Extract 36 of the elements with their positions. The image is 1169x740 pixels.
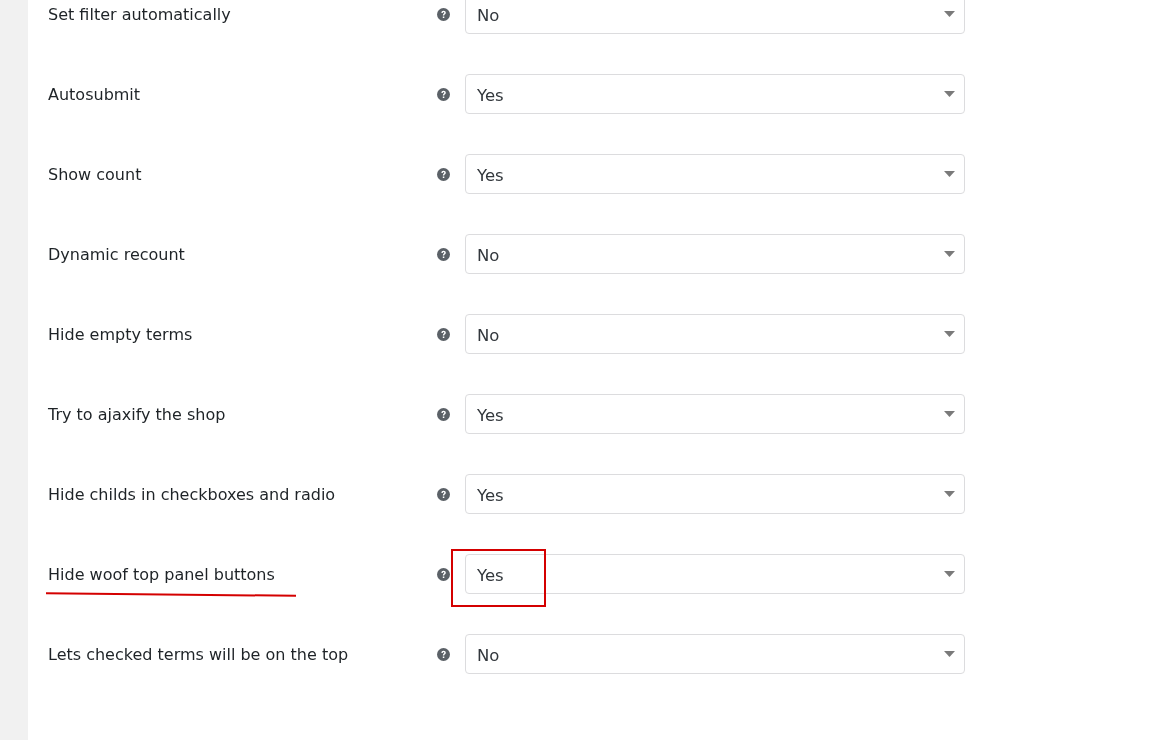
select-field[interactable]: Yes bbox=[465, 394, 965, 434]
help-icon[interactable] bbox=[437, 87, 450, 101]
select-field[interactable]: No bbox=[465, 234, 965, 274]
caret-icon bbox=[944, 651, 955, 657]
help-icon[interactable] bbox=[437, 567, 450, 581]
setting-label: Hide empty terms bbox=[48, 324, 193, 344]
select-field[interactable]: No bbox=[465, 0, 965, 34]
caret-icon bbox=[944, 331, 955, 337]
select-field[interactable]: No bbox=[465, 634, 965, 674]
caret-icon bbox=[944, 411, 955, 417]
help-icon[interactable] bbox=[437, 487, 450, 501]
help-icon[interactable] bbox=[437, 7, 450, 21]
help-icon[interactable] bbox=[437, 167, 450, 181]
setting-label: Show count bbox=[48, 164, 142, 184]
select-field[interactable]: Yes bbox=[465, 154, 965, 194]
caret-icon bbox=[944, 171, 955, 177]
setting-label: Hide woof top panel buttons bbox=[48, 564, 275, 584]
select-field[interactable]: Yes bbox=[465, 74, 965, 114]
help-icon[interactable] bbox=[437, 247, 450, 261]
select-field[interactable]: No bbox=[465, 314, 965, 354]
setting-label: Lets checked terms will be on the top bbox=[48, 644, 349, 664]
setting-label: Try to ajaxify the shop bbox=[48, 404, 226, 424]
setting-label: Hide childs in checkboxes and radio bbox=[48, 484, 336, 504]
caret-icon bbox=[944, 91, 955, 97]
help-icon[interactable] bbox=[437, 327, 450, 341]
setting-label: Dynamic recount bbox=[48, 244, 185, 264]
help-icon[interactable] bbox=[437, 407, 450, 421]
select-field[interactable]: Yes bbox=[465, 474, 965, 514]
caret-icon bbox=[944, 251, 955, 257]
caret-icon bbox=[944, 11, 955, 17]
caret-icon bbox=[944, 571, 955, 577]
setting-label: Autosubmit bbox=[48, 84, 141, 104]
select-field[interactable]: Yes bbox=[465, 554, 965, 594]
setting-label: Set filter automatically bbox=[48, 4, 231, 24]
help-icon[interactable] bbox=[437, 647, 450, 661]
caret-icon bbox=[944, 491, 955, 497]
